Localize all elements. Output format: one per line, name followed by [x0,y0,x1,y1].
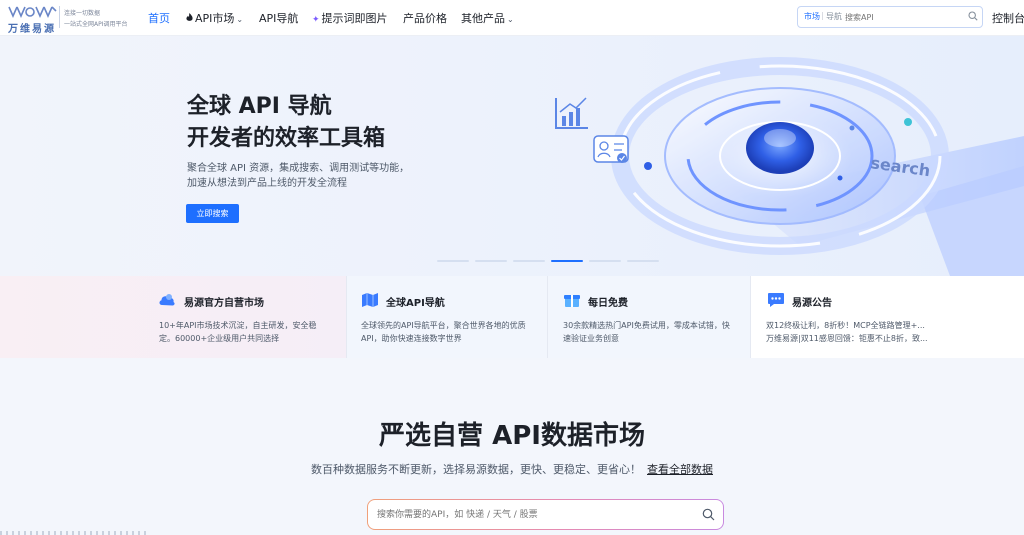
nav-other-products-label: 其他产品 [461,12,505,25]
header-search-input[interactable] [845,9,955,25]
header-search-box: 市场 | 导航 [797,6,983,28]
nav-home[interactable]: 首页 [148,10,170,26]
chevron-down-icon: ⌄ [507,15,514,24]
carousel-dot[interactable] [589,260,621,262]
logo-tagline-1: 连接一切数据 [64,10,101,17]
hero-description-line-2: 加速从想法到产品上线的开发全流程 [187,178,347,189]
top-header: 万维易源 连接一切数据 一站式全网API调用平台 首页 API市场 ⌄ API导航… [0,0,1024,36]
nav-pricing[interactable]: 产品价格 [403,10,447,26]
logo-tagline-2: 一站式全网API调用平台 [64,21,128,28]
search-tab-navigation[interactable]: 导航 [826,11,842,22]
nav-api-market-label: API市场 [195,12,235,25]
nav-prompt-to-image-label: 提示词即图片 [321,12,388,25]
feature-description-line-1: 30余款精选热门API免费试用，零成本试错，快 [563,321,730,330]
carousel-dot[interactable] [513,260,545,262]
hero-description-line-1: 聚合全球 API 资源，集成搜索、调用测试等功能， [187,163,410,174]
hero-title-line-2: 开发者的效率工具箱 [187,126,386,151]
search-icon[interactable] [968,11,978,21]
market-subtitle-text: 数百种数据服务不断更新，选择易源数据，更快、更稳定、更省心！ [311,463,641,476]
id-card-icon [593,135,629,163]
market-section-title: 严选自营 API数据市场 [379,421,645,451]
nav-api-navigation[interactable]: API导航 [259,10,298,26]
market-section-subtitle: 数百种数据服务不断更新，选择易源数据，更快、更稳定、更省心！ 查看全部数据 [0,461,1024,477]
feature-title: 易源官方自营市场 [184,298,264,309]
carousel-dot[interactable] [475,260,507,262]
cloud-icon [159,294,175,306]
chart-icon [555,97,588,129]
carousel-dot[interactable] [627,260,659,262]
map-icon [362,293,378,307]
search-tab-market[interactable]: 市场 [804,11,820,22]
search-icon[interactable] [702,508,715,521]
feature-description-line-1: 10+年API市场技术沉淀，自主研发，安全稳 [159,321,317,330]
chat-bubble-icon [768,293,784,307]
nav-other-products[interactable]: 其他产品 ⌄ [461,10,514,26]
carousel-dot-active[interactable] [551,260,583,262]
feature-description-line-2: 速验证业务创意 [563,334,619,343]
scroll-ticker [0,531,147,535]
market-search-box [367,499,724,530]
feature-title: 易源公告 [792,298,832,309]
feature-cards: 易源官方自营市场 10+年API市场技术沉淀，自主研发，安全稳 定。60000+… [0,276,1024,358]
logo-divider [59,6,60,28]
nav-api-market[interactable]: API市场 ⌄ [186,10,243,26]
feature-card-announcements[interactable]: 易源公告 双12终极让利，8折秒！MCP全链路管理+... 万维易源|双11感恩… [751,276,1024,358]
market-search-input[interactable] [377,507,677,523]
hero-title-line-1: 全球 API 导航 [187,94,332,119]
fire-icon [186,13,193,21]
feature-description-line-2: API，助你快速连接数字世界 [361,334,462,343]
sparkle-icon: ✦ [312,15,320,25]
feature-card-api-navigation[interactable]: 全球API导航 全球领先的API导航平台，聚合世界各地的优质 API，助你快速连… [347,276,548,358]
console-link[interactable]: 控制台 [992,10,1024,26]
logo-name: 万维易源 [8,24,56,35]
chevron-down-icon: ⌄ [236,15,244,24]
logo-mark [8,6,57,18]
market-search-inner [368,500,723,529]
hero-banner: 全球 API 导航 开发者的效率工具箱 聚合全球 API 资源，集成搜索、调用测… [0,36,1024,276]
announcement-item[interactable]: 双12终极让利，8折秒！MCP全链路管理+... [766,320,925,331]
nav-home-label: 首页 [148,12,170,25]
feature-title: 每日免费 [588,298,628,309]
gift-icon [564,295,580,307]
site-logo[interactable]: 万维易源 连接一切数据 一站式全网API调用平台 [8,4,128,35]
carousel-dot[interactable] [437,260,469,262]
search-now-button[interactable]: 立即搜索 [186,204,239,223]
hero-illustration: search [555,57,1024,276]
feature-card-daily-free[interactable]: 每日免费 30余款精选热门API免费试用，零成本试错，快 速验证业务创意 [548,276,751,358]
view-all-data-link[interactable]: 查看全部数据 [647,463,713,476]
feature-title: 全球API导航 [386,298,445,309]
nav-prompt-to-image[interactable]: ✦ 提示词即图片 [312,10,388,26]
announcement-item[interactable]: 万维易源|双11感恩回馈：钜惠不止8折，致... [766,333,928,344]
feature-description-line-2: 定。60000+企业级用户共同选择 [159,334,280,343]
nav-pricing-label: 产品价格 [403,12,447,25]
search-tab-separator: | [821,11,824,20]
feature-description-line-1: 全球领先的API导航平台，聚合世界各地的优质 [361,321,526,330]
nav-api-navigation-label: API导航 [259,12,299,25]
feature-card-official-market[interactable]: 易源官方自营市场 10+年API市场技术沉淀，自主研发，安全稳 定。60000+… [0,276,347,358]
